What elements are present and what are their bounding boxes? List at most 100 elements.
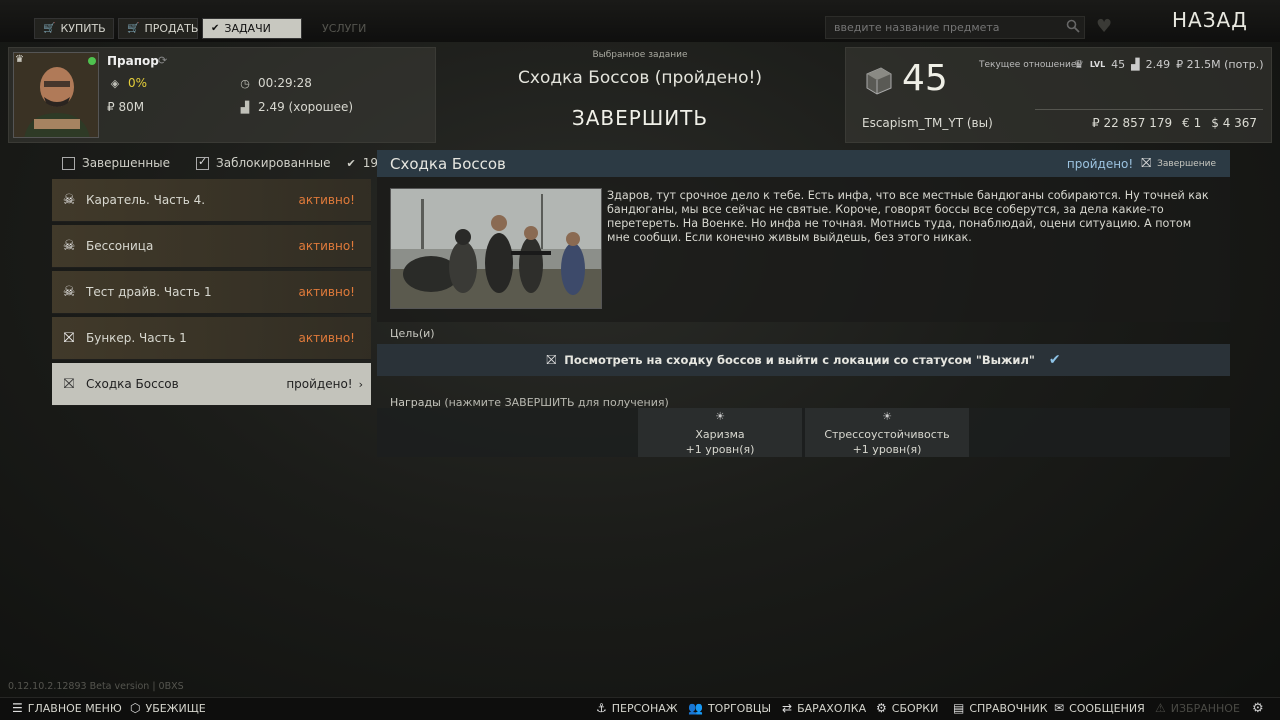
messages-button[interactable]: ✉ СООБЩЕНИЯ [1054,701,1145,715]
trader-portrait[interactable] [13,52,99,138]
player-name: Escapism_TM_YT (вы) [862,116,993,130]
quest-item[interactable]: ☠ Тест драйв. Часть 1 активно! [52,271,371,314]
tab-buy[interactable]: 🛒 КУПИТЬ [34,18,114,39]
version-label: 0.12.10.2.12893 Beta version | 0BXS [8,681,184,692]
filter-locked-label: Заблокированные [216,156,331,170]
money-rub: ₽ 22 857 179 [1092,116,1173,130]
character-button[interactable]: ⚓ ПЕРСОНАЖ [596,701,678,715]
quest-detail-type: Завершение [1157,158,1216,169]
complete-button[interactable]: ЗАВЕРШИТЬ [540,106,740,130]
checkmark-icon: ✔ [1048,352,1061,368]
objective-text: Посмотреть на сходку боссов и выйти с ло… [564,353,1035,367]
running-exit-icon: ⛝ [546,352,557,368]
refresh-icon: ⟳ [158,54,168,67]
divider [1035,109,1263,110]
quest-item[interactable]: ☠ Каратель. Часть 4. активно! [52,179,371,222]
relation-lvl-prefix: LVL [1089,60,1106,69]
filter-locked[interactable]: Заблокированные [196,155,331,170]
favorites-button[interactable]: ⚠ ИЗБРАННОЕ [1155,701,1240,715]
running-exit-icon: ⛝ [63,376,75,392]
relation-standing: 2.49 [1145,58,1171,71]
quest-image [390,188,602,309]
shopping-cart-icon: 🛒 [127,23,140,34]
level-badge-icon [863,66,893,96]
money-eur: € 1 [1182,116,1202,130]
objective-row: ⛝ Посмотреть на сходку боссов и выйти с … [377,344,1230,376]
tab-buy-label: КУПИТЬ [60,22,106,35]
quest-item-selected[interactable]: ⛝ Сходка Боссов пройдено! › [52,363,371,406]
lightbulb-icon: ☀ [715,410,725,423]
flea-market-button[interactable]: ⇄ БАРАХОЛКА [782,701,866,715]
filter-completed[interactable]: Завершенные [62,156,170,170]
quest-name: Бункер. Часть 1 [86,331,187,345]
running-exit-icon: ⛝ [1141,156,1152,171]
money-usd: $ 4 367 [1211,116,1258,130]
builds-button[interactable]: ⚙ СБОРКИ [876,701,938,715]
hamburger-menu-icon: ☰ [12,701,23,715]
main-menu-button[interactable]: ☰ ГЛАВНОЕ МЕНЮ [12,701,122,715]
running-exit-icon: ⛝ [63,330,75,346]
back-button[interactable]: НАЗАД [1172,8,1248,32]
tab-sell-label: ПРОДАТЬ [144,22,199,35]
hideout-button[interactable]: ⬡ УБЕЖИЩЕ [130,701,206,715]
favorites-icon: ⚠ [1155,701,1166,715]
relation-label: Текущее отношение: [979,60,1080,70]
quest-name: Сходка Боссов [86,377,179,391]
trader-name: Прапор [107,54,159,68]
quest-detail-status: пройдено! [1066,156,1134,171]
quest-detail-header: Сходка Боссов пройдено! ⛝ Завершение [377,150,1230,177]
main-menu-label: ГЛАВНОЕ МЕНЮ [27,701,122,715]
reward-amount: +1 уровн(я) [852,443,922,456]
character-label: ПЕРСОНАЖ [611,701,678,715]
dogtag-icon: ◈ [110,76,120,90]
clock-icon: ◷ [240,76,250,90]
crown-icon: ♛ [15,54,24,65]
messages-label: СООБЩЕНИЯ [1069,701,1145,715]
tab-services[interactable]: УСЛУГИ [314,18,374,39]
shopping-cart-icon: 🛒 [43,23,56,34]
search-input[interactable] [825,16,1085,39]
standing-bars-icon: ▟ [1131,58,1140,71]
trader-money: ₽ 80M [107,100,144,114]
quest-detail-title: Сходка Боссов [390,154,506,173]
check-circle-icon: ✔ [346,156,356,170]
locked-checkbox[interactable] [196,155,210,170]
filter-completed-label: Завершенные [82,156,171,170]
reward-name: Стрессоустойчивость [824,428,950,441]
quest-item[interactable]: ☠ Бессоница активно! [52,225,371,268]
heart-icon[interactable]: ♥ [1096,16,1112,37]
tab-tasks[interactable]: ✔ ЗАДАЧИ [202,18,302,39]
selected-quest-label: Выбранное задание [592,50,688,60]
trader-timer: ◷ 00:29:28 [237,76,312,90]
handbook-button[interactable]: ▤ СПРАВОЧНИК [953,701,1048,715]
skull-crossbones-icon: ☠ [62,192,76,208]
hideout-label: УБЕЖИЩЕ [145,701,206,715]
reward-item: ☀ Стрессоустойчивость +1 уровн(я) [805,408,969,457]
tab-sell[interactable]: 🛒 ПРОДАТЬ [118,18,198,39]
traders-button[interactable]: 👥 ТОРГОВЦЫ [688,701,771,715]
player-level: 45 [902,58,948,99]
player-money: ₽ 22 857 179 € 1 $ 4 367 [1092,116,1257,130]
quest-item[interactable]: ⛝ Бункер. Часть 1 активно! [52,317,371,360]
skull-crossbones-icon: ☠ [62,238,76,254]
quest-description: Здаров, тут срочное дело к тебе. Есть ин… [607,189,1209,244]
settings-icon[interactable]: ⚙ [1252,701,1264,716]
flea-market-icon: ⇄ [782,701,793,715]
handbook-label: СПРАВОЧНИК [969,701,1048,715]
search-icon[interactable] [1066,19,1080,33]
selected-quest-title: Сходка Боссов (пройдено!) [518,68,762,88]
builds-label: СБОРКИ [891,701,939,715]
builds-icon: ⚙ [876,701,887,715]
tab-tasks-label: ЗАДАЧИ [224,22,271,35]
reward-name: Харизма [695,428,745,441]
favorites-label: ИЗБРАННОЕ [1170,701,1240,715]
quest-status: пройдено! [286,377,353,391]
trader-timer-value: 00:29:28 [258,76,312,90]
handbook-icon: ▤ [953,701,965,715]
quest-status: активно! [298,239,355,253]
quest-name: Бессоница [86,239,154,253]
reward-amount: +1 уровн(я) [685,443,755,456]
quest-filter-bar: Завершенные Заблокированные ✔ 19/25 [52,150,397,176]
traders-label: ТОРГОВЦЫ [707,701,772,715]
completed-checkbox[interactable] [62,156,75,170]
